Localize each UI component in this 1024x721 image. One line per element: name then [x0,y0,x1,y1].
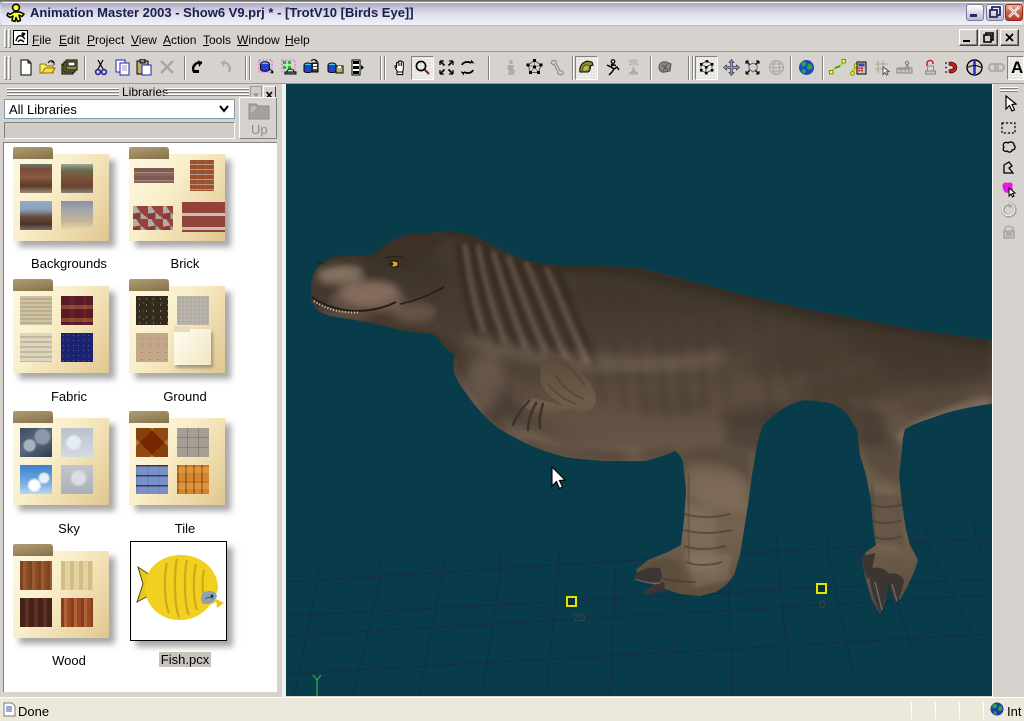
svg-text:20: 20 [573,612,585,624]
svg-text:0: 0 [819,599,825,611]
